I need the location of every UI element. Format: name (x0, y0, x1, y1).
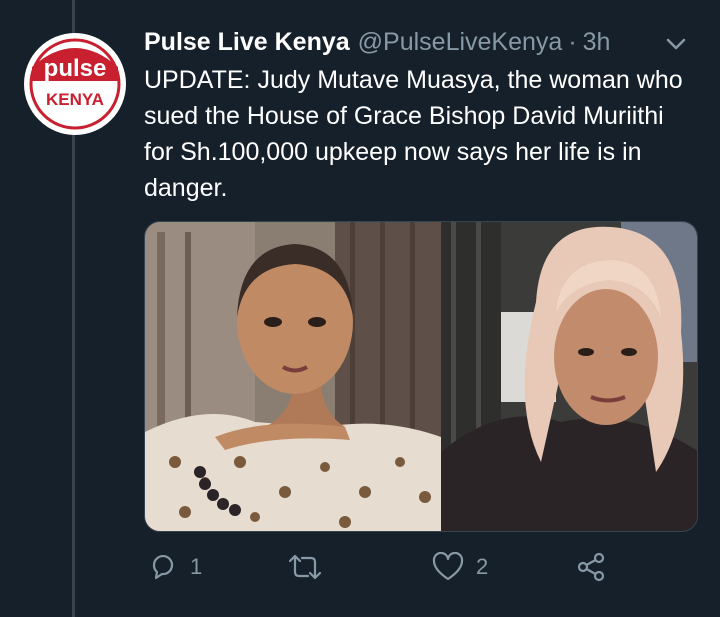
share-button[interactable] (576, 552, 606, 582)
like-count: 2 (476, 554, 489, 579)
share-icon (577, 552, 605, 582)
pulse-kenya-logo: pulse KENYA (25, 34, 125, 134)
author-handle[interactable]: @PulseLiveKenya (358, 24, 563, 60)
photo-woman-short-hair (145, 222, 441, 531)
chevron-down-icon[interactable] (664, 36, 688, 52)
reply-button[interactable]: 1 (148, 552, 202, 582)
like-button[interactable]: 2 (432, 552, 488, 582)
tweet-header: Pulse Live Kenya @PulseLiveKenya · 3h (144, 24, 700, 60)
media-image-left[interactable] (145, 222, 441, 531)
reply-count: 1 (190, 554, 203, 579)
author-display-name[interactable]: Pulse Live Kenya (144, 24, 350, 60)
avatar[interactable]: pulse KENYA (24, 33, 126, 135)
separator-dot: · (568, 28, 577, 56)
tweet-actions: 1 2 (144, 552, 700, 592)
photo-woman-blonde-hair (441, 222, 697, 531)
avatar-sub-text: KENYA (46, 90, 104, 109)
media-image-right[interactable] (441, 222, 697, 531)
tweet-timestamp[interactable]: 3h (583, 24, 611, 60)
retweet-button[interactable] (288, 552, 334, 582)
media-grid[interactable] (144, 221, 698, 532)
heart-icon (432, 552, 464, 581)
avatar-logo-text: pulse (44, 55, 107, 82)
retweet-icon (288, 554, 322, 580)
tweet-text: UPDATE: Judy Mutave Muasya, the woman wh… (144, 66, 683, 202)
tweet[interactable]: Pulse Live Kenya @PulseLiveKenya · 3h UP… (144, 24, 700, 582)
reply-icon (152, 554, 174, 580)
